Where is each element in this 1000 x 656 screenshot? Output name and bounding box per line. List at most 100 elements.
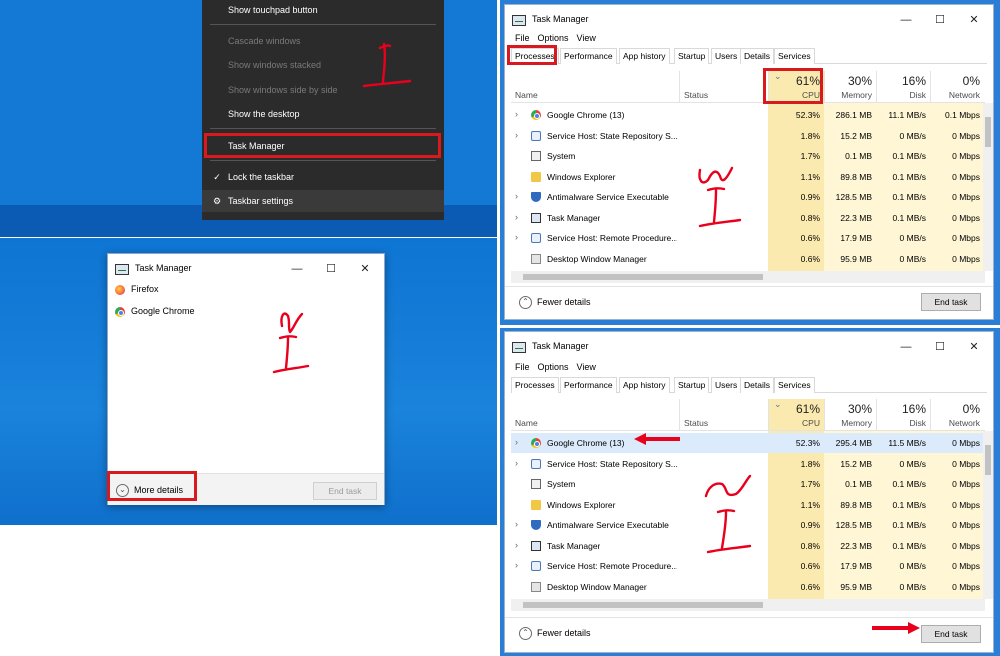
tab-details[interactable]: Details xyxy=(740,48,774,64)
tab-users[interactable]: Users xyxy=(711,48,742,64)
gear-icon xyxy=(531,561,541,571)
end-task-button: End task xyxy=(313,482,377,500)
disk-cell: 11.5 MB/s xyxy=(888,438,926,448)
scroll-thumb[interactable] xyxy=(985,117,991,147)
column-status[interactable]: Status xyxy=(684,90,708,100)
cpu-cell: 0.9% xyxy=(800,192,820,202)
end-task-button[interactable]: End task xyxy=(921,625,981,643)
fewer-details-button[interactable]: ⌃ Fewer details xyxy=(519,627,591,640)
process-name: Service Host: State Repository S... xyxy=(547,130,677,141)
column-network[interactable]: 0% Network xyxy=(930,399,984,431)
column-network[interactable]: 0% Network xyxy=(930,71,984,103)
chevron-right-icon[interactable]: › xyxy=(515,437,518,447)
tab-services[interactable]: Services xyxy=(774,377,815,393)
cpu-cell: 0.8% xyxy=(800,212,820,223)
tab-services[interactable]: Services xyxy=(774,48,815,64)
chevron-right-icon[interactable]: › xyxy=(515,232,518,242)
step-number-4-annotation xyxy=(704,474,752,554)
column-disk[interactable]: 16% Disk xyxy=(876,71,930,103)
table-row[interactable]: Desktop Window Manager 0.6% 95.9 MB 0 MB/s 0… xyxy=(511,249,985,269)
red-arrow-pointing-end-task xyxy=(872,622,920,634)
menu-view[interactable]: View xyxy=(573,360,600,374)
chevron-right-icon[interactable]: › xyxy=(515,130,518,140)
disk-cell: 0.1 MB/s xyxy=(892,212,926,223)
disk-cell: 0 MB/s xyxy=(899,561,926,571)
chevron-right-icon[interactable]: › xyxy=(515,191,518,201)
column-status[interactable]: Status xyxy=(684,418,708,428)
maximize-icon[interactable]: ☐ xyxy=(322,260,340,278)
menu-item-taskbar-settings[interactable]: ⚙ Taskbar settings xyxy=(202,190,444,212)
scroll-thumb[interactable] xyxy=(523,602,763,608)
menu-item-show-touchpad-button[interactable]: Show touchpad button xyxy=(202,0,444,21)
menu-file[interactable]: File xyxy=(511,360,534,374)
chrome-icon xyxy=(115,307,125,317)
cpu-label: CPU xyxy=(802,418,820,428)
menu-options[interactable]: Options xyxy=(534,31,573,45)
chevron-right-icon[interactable]: › xyxy=(515,519,518,529)
table-row[interactable]: › Google Chrome (13) 52.3% 295.4 MB 11.5 MB/… xyxy=(511,433,985,453)
menu-file[interactable]: File xyxy=(511,31,534,45)
minimize-icon[interactable]: — xyxy=(897,338,915,356)
memory-cell: 95.9 MB xyxy=(840,253,872,264)
table-row[interactable]: Desktop Window Manager 0.6% 95.9 MB 0 MB/s 0… xyxy=(511,577,985,597)
column-cpu[interactable]: ⌄ 61% CPU xyxy=(768,399,824,431)
chevron-right-icon[interactable]: › xyxy=(515,458,518,468)
menu-item-lock-the-taskbar[interactable]: ✓ Lock the taskbar xyxy=(202,166,444,188)
cpu-cell: 0.6% xyxy=(800,233,820,243)
table-row[interactable]: › Google Chrome (13) 52.3% 286.1 MB 11.1 MB/… xyxy=(511,105,985,125)
chevron-right-icon[interactable]: › xyxy=(515,109,518,119)
close-icon[interactable]: ✕ xyxy=(356,260,374,278)
menu-view[interactable]: View xyxy=(573,31,600,45)
menu-options[interactable]: Options xyxy=(534,360,573,374)
tab-startup[interactable]: Startup xyxy=(674,48,710,64)
table-row[interactable]: › Service Host: State Repository S... 1.8%… xyxy=(511,126,985,146)
horizontal-scrollbar[interactable] xyxy=(511,271,985,283)
list-item-firefox[interactable]: Firefox xyxy=(115,282,315,298)
minimize-icon[interactable]: — xyxy=(897,11,915,29)
end-task-button[interactable]: End task xyxy=(921,293,981,311)
disk-percent: 16% xyxy=(901,74,926,88)
chevron-up-icon: ⌃ xyxy=(519,627,532,640)
memory-label: Memory xyxy=(841,90,872,100)
vertical-scrollbar[interactable] xyxy=(983,431,993,599)
cpu-cell: 0.8% xyxy=(800,540,820,551)
disk-cell: 0.1 MB/s xyxy=(892,540,926,551)
column-memory[interactable]: 30% Memory xyxy=(824,399,876,431)
network-cell: 0 Mbps xyxy=(952,171,980,182)
chevron-right-icon[interactable]: › xyxy=(515,212,518,222)
scroll-thumb[interactable] xyxy=(523,274,763,280)
tab-performance[interactable]: Performance xyxy=(560,48,617,64)
maximize-icon[interactable]: ☐ xyxy=(931,11,949,29)
tab-startup[interactable]: Startup xyxy=(674,377,710,393)
column-name[interactable]: Name xyxy=(515,90,538,100)
close-icon[interactable]: ✕ xyxy=(965,338,983,356)
column-memory[interactable]: 30% Memory xyxy=(824,71,876,103)
memory-cell: 128.5 MB xyxy=(835,192,872,202)
menu-bar: File Options View xyxy=(511,360,993,374)
chevron-right-icon[interactable]: › xyxy=(515,540,518,550)
vertical-scrollbar[interactable] xyxy=(983,103,993,271)
tab-processes[interactable]: Processes xyxy=(511,377,559,393)
scroll-thumb[interactable] xyxy=(985,445,991,475)
minimize-icon[interactable]: — xyxy=(288,260,306,278)
desktop-panel-compact-task-manager: Task Manager — ☐ ✕ Firefox Google Chrome… xyxy=(0,238,497,525)
column-disk[interactable]: 16% Disk xyxy=(876,399,930,431)
network-percent: 0% xyxy=(962,74,980,88)
column-name[interactable]: Name xyxy=(515,418,538,428)
tab-app-history[interactable]: App history xyxy=(619,48,670,64)
tab-users[interactable]: Users xyxy=(711,377,742,393)
disk-cell: 0 MB/s xyxy=(899,130,926,141)
cpu-cell: 0.6% xyxy=(800,581,820,592)
close-icon[interactable]: ✕ xyxy=(965,11,983,29)
tab-app-history[interactable]: App history xyxy=(619,377,670,393)
menu-item-label: Lock the taskbar xyxy=(228,172,295,182)
maximize-icon[interactable]: ☐ xyxy=(931,338,949,356)
fewer-details-button[interactable]: ⌃ Fewer details xyxy=(519,296,591,309)
horizontal-scrollbar[interactable] xyxy=(511,599,985,611)
tab-details[interactable]: Details xyxy=(740,377,774,393)
chevron-right-icon[interactable]: › xyxy=(515,560,518,570)
memory-percent: 30% xyxy=(847,74,872,88)
tab-performance[interactable]: Performance xyxy=(560,377,617,393)
chrome-icon xyxy=(531,110,541,120)
menu-item-show-the-desktop[interactable]: Show the desktop xyxy=(202,103,444,125)
